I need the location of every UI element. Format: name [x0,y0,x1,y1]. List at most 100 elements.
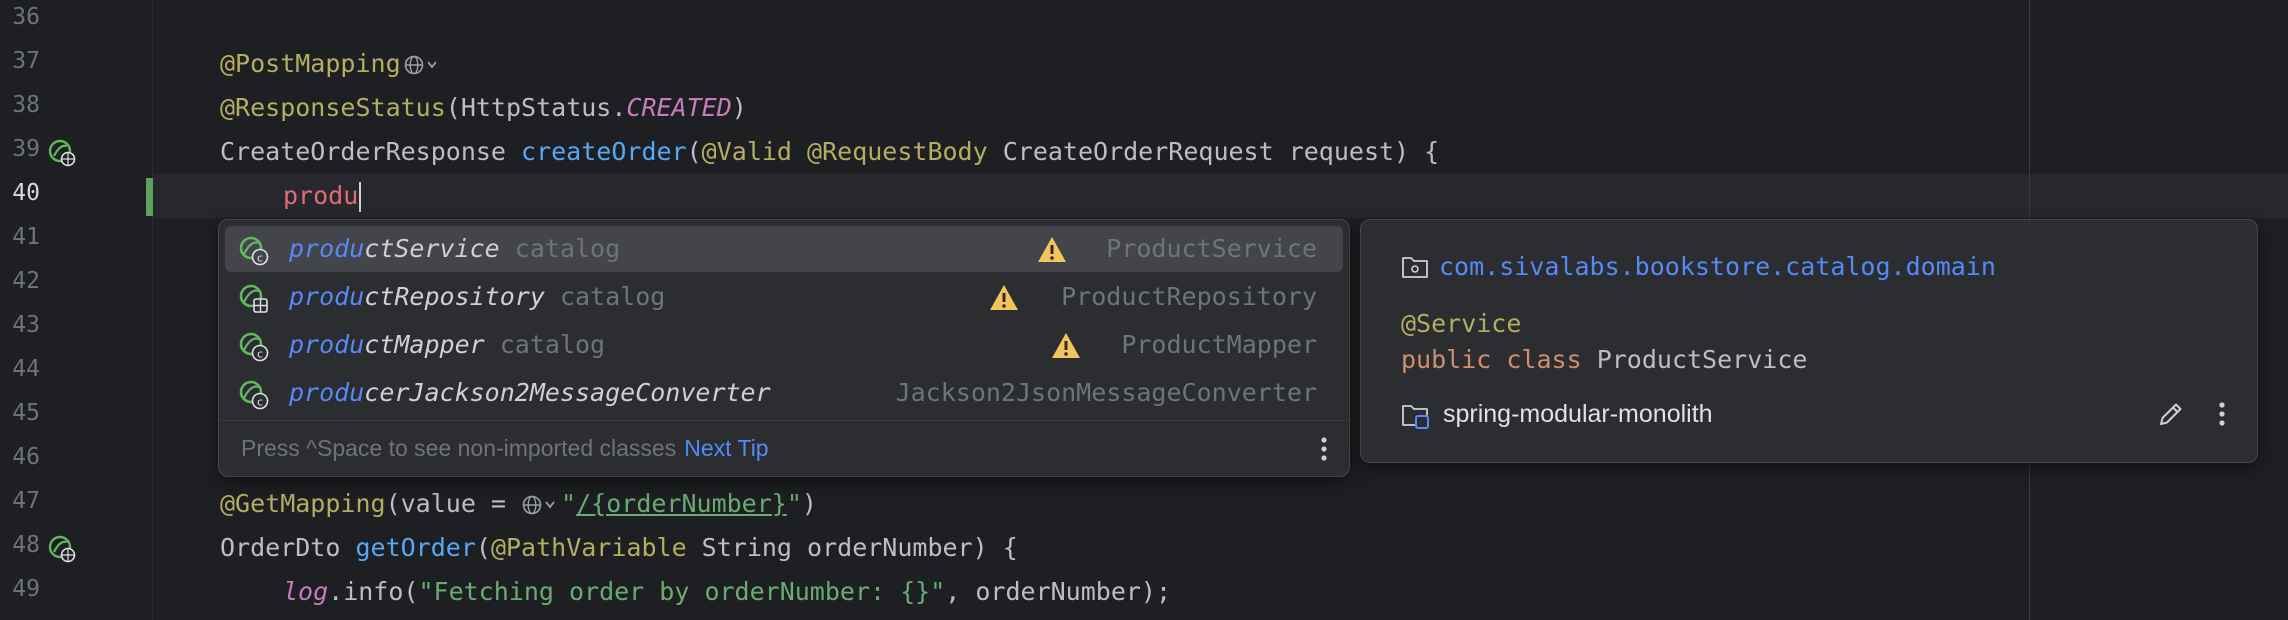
package-hint: catalog [499,330,606,359]
completion-item-name: producerJackson2MessageConverter [289,370,771,416]
line-number: 48 [12,532,40,558]
keyword: class [1506,345,1582,374]
edit-pencil-icon[interactable] [2157,400,2185,428]
spring-bean-class-icon: c [239,332,269,362]
annotation: @PostMapping [220,49,401,78]
completion-item-type: ProductService [1106,234,1317,263]
spring-web-endpoint-icon[interactable] [48,535,76,563]
quick-documentation-popup[interactable]: com.sivalabs.bookstore.catalog.domain @S… [1360,219,2258,463]
keyword: public [1401,345,1492,374]
line-number: 43 [12,312,40,338]
code-text: ( [475,533,491,562]
warning-icon [990,285,1018,310]
code-line-39: CreateOrderResponse createOrder(@Valid @… [220,130,1439,174]
enum-constant: CREATED [626,93,732,122]
svg-text:c: c [257,348,263,361]
more-options-icon[interactable] [1319,435,1329,463]
hint-text: Press ^Space to see non-imported classes [241,435,677,461]
next-tip-link[interactable]: Next Tip [684,435,768,461]
doc-declaration: @Service public class ProductService [1401,306,1807,378]
completion-item-name: productMapper catalog [289,322,605,368]
annotation: @GetMapping [220,489,386,518]
module-folder-icon [1402,405,1429,429]
line-number: 41 [12,224,40,250]
static-field: log [283,577,329,606]
typed-text: produ [283,181,359,210]
code-text: (value = [385,489,522,518]
line-number: 45 [12,400,40,426]
line-number: 38 [12,92,40,118]
warning-icon [1052,333,1080,358]
name-rest: ctRepository [364,282,545,311]
current-line-highlight [153,174,2288,218]
code-line-37: @PostMapping [220,42,443,86]
match-highlight: produ [289,282,365,311]
package-hint: catalog [559,282,666,311]
method-name: getOrder [355,533,476,562]
text-caret [359,182,362,212]
string-literal: " [561,489,577,518]
code-text: .info( [328,577,419,606]
code-text: CreateOrderResponse [220,137,522,166]
annotation: @PathVariable [490,533,687,562]
completion-item-type: ProductRepository [1061,282,1317,311]
spring-web-endpoint-icon[interactable] [48,139,76,167]
name-rest: cerJackson2MessageConverter [364,378,771,407]
completion-item[interactable]: c producerJackson2MessageConverter Jacks… [225,370,1343,416]
name-rest: ctMapper [364,330,485,359]
line-number: 49 [12,576,40,602]
line-number: 46 [12,444,40,470]
completion-hint: Press ^Space to see non-imported classes… [241,421,769,475]
more-options-icon[interactable] [2217,400,2227,428]
annotation: @Service [1401,309,1522,338]
match-highlight: produ [289,330,365,359]
method-name: createOrder [521,137,687,166]
spring-bean-class-icon: c [239,380,269,410]
line-number: 47 [12,488,40,514]
line-number-current: 40 [12,180,40,206]
class-name: ProductService [1596,345,1808,374]
package-folder-icon [1402,257,1428,278]
string-literal: "Fetching order by orderNumber: {}" [418,577,946,606]
line-number: 42 [12,268,40,294]
globe-dropdown-icon[interactable] [521,494,561,516]
completion-footer: Press ^Space to see non-imported classes… [219,420,1349,477]
package-hint: catalog [514,234,621,263]
completion-item-type: Jackson2JsonMessageConverter [895,378,1317,407]
line-number: 37 [12,48,40,74]
code-text: (HttpStatus. [445,93,627,122]
annotation: @Valid [701,137,792,166]
code-line-40: produ [283,174,362,218]
completion-item-name: productRepository catalog [289,274,665,320]
code-text: CreateOrderRequest request) { [987,137,1440,166]
doc-package-link[interactable]: com.sivalabs.bookstore.catalog.domain [1439,250,1996,284]
code-text: ( [686,137,702,166]
line-number: 36 [12,4,40,30]
warning-icon [1038,237,1066,262]
code-text: ) [731,93,747,122]
completion-item-name: productService catalog [289,226,620,272]
string-literal: " [786,489,802,518]
name-rest: ctService [364,234,500,263]
svg-text:c: c [257,396,263,409]
line-number: 39 [12,136,40,162]
completion-item[interactable]: productRepository catalog ProductReposit… [225,274,1343,320]
code-line-47: @GetMapping(value = "/{orderNumber}") [220,482,817,526]
spring-bean-repository-icon [239,284,268,313]
annotation: @RequestBody [807,137,988,166]
completion-item[interactable]: c productMapper catalog ProductMapper [225,322,1343,368]
completion-item[interactable]: c productService catalog ProductService [225,226,1343,272]
code-line-49: log.info("Fetching order by orderNumber:… [283,570,1171,614]
code-text: , orderNumber); [945,577,1172,606]
code-text: OrderDto [220,533,356,562]
url-path-link[interactable]: /{orderNumber} [576,489,787,518]
code-text: ) [801,489,817,518]
match-highlight: produ [289,378,365,407]
match-highlight: produ [289,234,365,263]
code-completion-popup[interactable]: c productService catalog ProductService … [218,219,1350,477]
spring-bean-class-icon: c [239,236,269,266]
code-line-48: OrderDto getOrder(@PathVariable String o… [220,526,1018,570]
code-line-38: @ResponseStatus(HttpStatus.CREATED) [220,86,747,130]
globe-dropdown-icon[interactable] [403,54,443,76]
